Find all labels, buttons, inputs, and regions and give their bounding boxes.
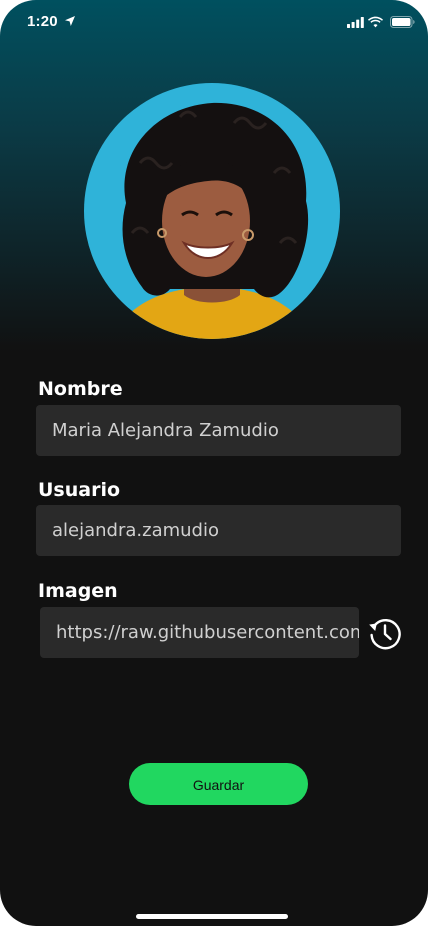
save-button[interactable]: Guardar [129,763,308,805]
profile-avatar [84,83,340,339]
image-url-field[interactable]: https://raw.githubusercontent.com [40,607,359,658]
wifi-icon [368,16,383,28]
status-bar: 1:20 [0,0,428,44]
battery-icon [390,16,415,28]
name-field[interactable]: Maria Alejandra Zamudio [36,405,401,456]
cellular-signal-icon [347,17,364,28]
history-icon [369,619,401,650]
profile-photo [84,83,340,339]
username-field[interactable]: alejandra.zamudio [36,505,401,556]
location-arrow-icon [65,16,75,26]
history-button[interactable] [366,615,402,651]
status-time: 1:20 [27,13,58,30]
image-label: Imagen [38,580,118,602]
name-label: Nombre [38,378,123,400]
profile-edit-screen: 1:20 Nombre Maria Alejandra Zamudio Usua… [0,0,428,926]
home-indicator [136,914,288,919]
username-label: Usuario [38,479,121,501]
